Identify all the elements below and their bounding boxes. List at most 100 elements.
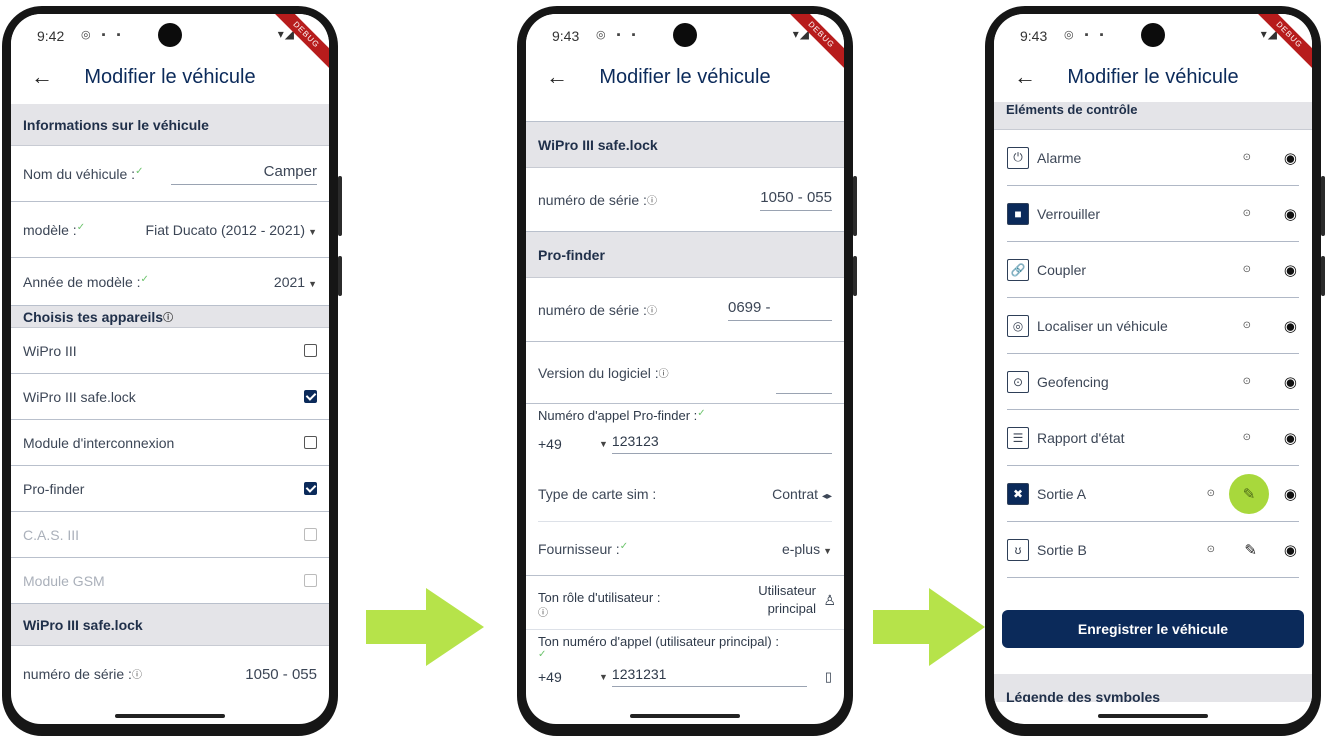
vehicle-name-label: Nom du véhicule :✓ — [23, 165, 144, 182]
control-row[interactable]: ☰ Rapport d'état ⊙ ◉ — [1007, 410, 1299, 466]
clock-icon[interactable]: ⊙ — [1243, 320, 1251, 331]
volume-button — [1321, 176, 1325, 236]
call-prefix[interactable]: +49 — [538, 436, 596, 452]
info-icon[interactable]: ⓘ — [647, 306, 657, 317]
control-label: Sortie A — [1037, 485, 1087, 502]
status-time: 9:42 — [37, 28, 65, 44]
own-number-input[interactable]: 1231231 — [611, 666, 807, 687]
device-checkbox[interactable] — [304, 436, 317, 449]
control-row[interactable]: ʊ Sortie B ⊙ ✎ ◉ — [1007, 522, 1299, 578]
clock-icon[interactable]: ⊙ — [1243, 376, 1251, 387]
call-input-row[interactable]: +49 ▼ 123123 — [538, 433, 832, 454]
flow-arrow-2 — [873, 588, 985, 666]
info-icon[interactable]: ⓘ — [132, 670, 142, 681]
save-vehicle-button[interactable]: Enregistrer le véhicule — [1002, 610, 1304, 648]
control-row[interactable]: ✖ Sortie A ⊙ ✎ ◉ — [1007, 466, 1299, 522]
clock-icon[interactable]: ⊙ — [1243, 432, 1251, 443]
link-icon: 🔗 — [1007, 258, 1029, 281]
form-content[interactable]: Informations sur le véhicule Nom du véhi… — [11, 104, 329, 702]
edit-pencil-icon[interactable]: ✎ — [1229, 474, 1269, 514]
clock-icon[interactable]: ⊙ — [1207, 544, 1215, 555]
control-row[interactable]: ⊙ Geofencing ⊙ ◉ — [1007, 354, 1299, 410]
control-row[interactable]: ■ Verrouiller ⊙ ◉ — [1007, 186, 1299, 242]
serial-row[interactable]: numéro de série :ⓘ 1050 - 055 — [526, 168, 844, 232]
device-row[interactable]: Module d'interconnexion — [11, 420, 329, 466]
role-row: Ton rôle d'utilisateur : ⓘ Utilisateur pri… — [526, 576, 844, 630]
eye-icon[interactable]: ◉ — [1284, 205, 1297, 223]
eye-icon[interactable]: ◉ — [1284, 429, 1297, 447]
prefix-dropdown-icon[interactable]: ▼ — [599, 672, 608, 682]
check-icon: ✓ — [140, 273, 149, 285]
toggle-arrows-icon[interactable]: ◂▸ — [822, 491, 832, 502]
vehicle-name-row[interactable]: Nom du véhicule :✓ Camper — [11, 146, 329, 202]
clock-icon[interactable]: ⊙ — [1207, 488, 1215, 499]
serial-input[interactable]: 1050 - 055 — [245, 666, 317, 683]
control-row[interactable]: 🔗 Coupler ⊙ ◉ — [1007, 242, 1299, 298]
form-content[interactable]: WiPro III safe.lock numéro de série :ⓘ 1… — [526, 104, 844, 702]
device-checkbox[interactable] — [304, 344, 317, 357]
controls-content[interactable]: Eléments de contrôle ⏻ Alarme ⊙ ◉ ■ Verrouill… — [994, 102, 1312, 702]
device-checkbox[interactable] — [304, 390, 317, 403]
serial-row[interactable]: numéro de série :ⓘ 1050 - 055 — [11, 646, 329, 702]
device-row[interactable]: Pro-finder — [11, 466, 329, 512]
pf-serial-input[interactable]: 0699 - — [728, 299, 832, 321]
model-row[interactable]: modèle :✓ Fiat Ducato (2012 - 2021) ▼ — [11, 202, 329, 258]
debug-banner: DEBUG — [1242, 14, 1312, 84]
info-icon[interactable]: ⓘ — [163, 309, 173, 324]
home-indicator[interactable] — [630, 714, 740, 718]
provider-dropdown[interactable]: e-plus ▼ — [782, 541, 832, 557]
device-checkbox — [304, 574, 317, 587]
dropdown-arrow-icon: ▼ — [823, 545, 832, 556]
pf-serial-row[interactable]: numéro de série :ⓘ 0699 - — [526, 278, 844, 342]
vehicle-name-input[interactable]: Camper — [171, 163, 317, 185]
home-indicator[interactable] — [1098, 714, 1208, 718]
device-row[interactable]: WiPro III — [11, 328, 329, 374]
eye-icon[interactable]: ◉ — [1284, 373, 1297, 391]
clock-icon[interactable]: ⊙ — [1243, 152, 1251, 163]
eye-icon[interactable]: ◉ — [1284, 541, 1297, 559]
clock-icon[interactable]: ⊙ — [1243, 208, 1251, 219]
spacer — [526, 104, 844, 122]
phone-icon[interactable]: ▯ — [825, 669, 832, 685]
model-dropdown[interactable]: Fiat Ducato (2012 - 2021) ▼ — [146, 222, 317, 238]
eye-icon[interactable]: ◉ — [1284, 261, 1297, 279]
sim-label: Type de carte sim : — [538, 485, 657, 502]
device-label: Pro-finder — [23, 480, 85, 497]
year-row[interactable]: Année de modèle :✓ 2021 ▼ — [11, 258, 329, 306]
eye-icon[interactable]: ◉ — [1284, 317, 1297, 335]
edit-pencil-icon[interactable]: ✎ — [1244, 541, 1257, 559]
control-row[interactable]: ⏻ Alarme ⊙ ◉ — [1007, 130, 1299, 186]
year-dropdown[interactable]: 2021 ▼ — [274, 274, 317, 290]
status-time: 9:43 — [552, 28, 580, 44]
software-row[interactable]: Version du logiciel :ⓘ — [526, 342, 844, 404]
eye-icon[interactable]: ◉ — [1284, 149, 1297, 167]
status-icons: ◎ ▪ ▪ — [1064, 29, 1108, 41]
own-prefix[interactable]: +49 — [538, 669, 596, 685]
info-icon[interactable]: ⓘ — [538, 608, 548, 619]
year-label: Année de modèle :✓ — [23, 273, 149, 290]
control-label: Localiser un véhicule — [1037, 317, 1168, 334]
info-icon[interactable]: ⓘ — [647, 196, 657, 207]
eye-icon[interactable]: ◉ — [1284, 485, 1297, 503]
device-label: C.A.S. III — [23, 526, 80, 543]
own-call-input-row[interactable]: +49 ▼ 1231231 ▯ — [538, 666, 832, 687]
provider-row[interactable]: Fournisseur :✓ e-plus ▼ — [526, 522, 844, 576]
sim-type-row[interactable]: Type de carte sim : Contrat ◂▸ — [538, 466, 832, 522]
device-row: Module GSM — [11, 558, 329, 604]
serial-input[interactable]: 1050 - 055 — [760, 189, 832, 211]
info-icon[interactable]: ⓘ — [659, 369, 669, 380]
device-checkbox[interactable] — [304, 482, 317, 495]
home-indicator[interactable] — [115, 714, 225, 718]
section-title: Eléments de contrôle — [1006, 102, 1138, 117]
role-label: Ton rôle d'utilisateur : ⓘ — [538, 590, 661, 619]
device-row[interactable]: WiPro III safe.lock — [11, 374, 329, 420]
status-report-icon: ☰ — [1007, 426, 1029, 449]
prefix-dropdown-icon[interactable]: ▼ — [599, 439, 608, 449]
sim-value[interactable]: Contrat ◂▸ — [772, 486, 832, 502]
software-input[interactable] — [776, 374, 832, 394]
control-row[interactable]: ◎ Localiser un véhicule ⊙ ◉ — [1007, 298, 1299, 354]
power-button — [338, 256, 342, 296]
clock-icon[interactable]: ⊙ — [1243, 264, 1251, 275]
pf-serial-label: numéro de série :ⓘ — [538, 301, 657, 318]
call-number-input[interactable]: 123123 — [611, 433, 832, 454]
